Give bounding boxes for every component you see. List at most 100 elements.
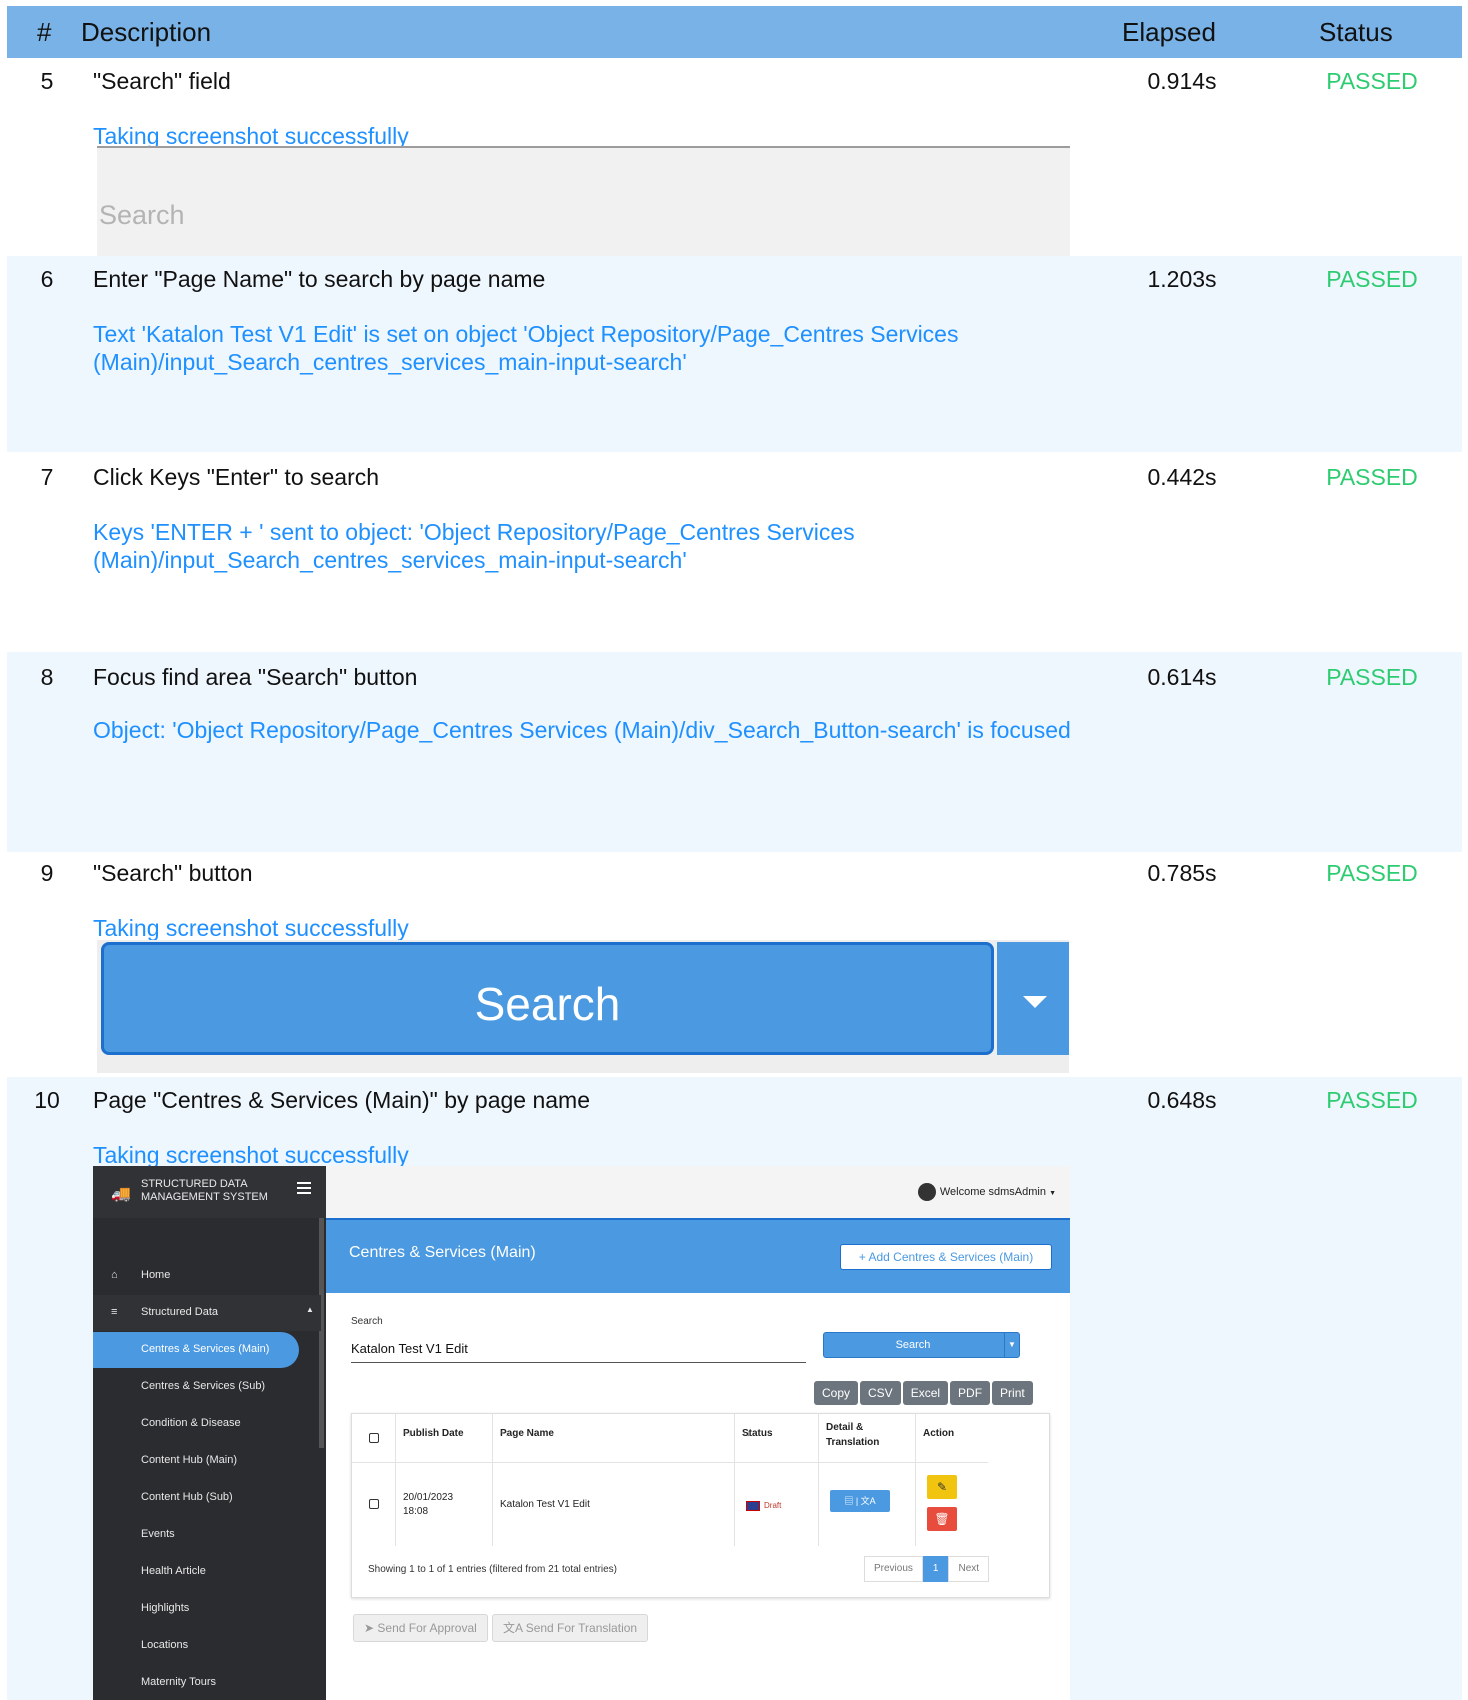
step-elapsed: 0.442s: [1147, 464, 1217, 490]
step-status: PASSED: [1326, 464, 1418, 490]
step-log-link[interactable]: Taking screenshot successfully: [93, 1141, 1093, 1169]
header-page-name[interactable]: Page Name ↑↓: [492, 1414, 735, 1462]
sidebar-item-locations[interactable]: Locations: [93, 1628, 321, 1664]
paper-plane-icon: ➤: [364, 1621, 375, 1635]
header-label: Detail & Translation: [826, 1422, 880, 1448]
sidebar-item-highlights[interactable]: Highlights: [93, 1591, 321, 1627]
header-status[interactable]: Status ↑↓: [734, 1414, 819, 1462]
header-num: #: [37, 17, 52, 47]
user-menu[interactable]: Welcome sdmsAdmin ▼: [917, 1183, 1056, 1201]
header-select: [352, 1414, 396, 1462]
print-button[interactable]: Print: [992, 1381, 1033, 1405]
next-page-button[interactable]: Next: [948, 1556, 990, 1582]
chevron-down-icon[interactable]: [997, 942, 1069, 1055]
header-description: Description: [81, 17, 212, 47]
copy-button[interactable]: Copy: [814, 1381, 859, 1405]
edit-icon[interactable]: ✎: [927, 1475, 957, 1499]
publish-date: 20/01/2023 18:08: [403, 1492, 454, 1517]
step-num: 6: [40, 266, 54, 292]
truck-icon: 🚚: [111, 1186, 131, 1203]
step-num: 8: [40, 664, 54, 690]
cell-status: Draft: [734, 1462, 819, 1546]
chevron-down-icon[interactable]: ▼: [1004, 1333, 1019, 1357]
cell-detail-translation: ▤ | 文A: [818, 1462, 916, 1546]
sidebar-item-home[interactable]: ⌂ Home: [93, 1258, 321, 1294]
sidebar-item-content-hub-sub[interactable]: Content Hub (Sub): [93, 1480, 321, 1516]
home-icon: ⌂: [111, 1269, 118, 1281]
sidebar-item-condition-disease[interactable]: Condition & Disease: [93, 1406, 321, 1442]
csv-button[interactable]: CSV: [860, 1381, 901, 1405]
pagination: Previous 1 Next: [864, 1556, 990, 1582]
previous-page-button[interactable]: Previous: [864, 1556, 923, 1582]
step-status: PASSED: [1326, 664, 1418, 690]
sidebar-group-structured-data[interactable]: ≡ Structured Data ▲: [93, 1295, 321, 1331]
step-log-link[interactable]: Text 'Katalon Test V1 Edit' is set on ob…: [93, 320, 1093, 376]
database-icon: ≡: [111, 1306, 118, 1318]
sidebar: 🚚 STRUCTURED DATA MANAGEMENT SYSTEM ⌂ Hom…: [93, 1166, 326, 1700]
sidebar-item-events[interactable]: Events: [93, 1517, 321, 1553]
step-row: 6 Enter "Page Name" to search by page na…: [7, 256, 1462, 452]
sidebar-item-label: Content Hub (Main): [141, 1454, 237, 1466]
sidebar-item-label: Content Hub (Sub): [141, 1491, 233, 1503]
table-header: # Description Elapsed Status: [7, 6, 1462, 58]
search-button[interactable]: Search ▼: [823, 1332, 1020, 1358]
row-select: [352, 1462, 396, 1546]
search-button-label: Search: [895, 1339, 931, 1351]
sidebar-item-label: Locations: [141, 1639, 189, 1651]
translate-icon: 文A: [860, 1496, 876, 1506]
export-buttons: Copy CSV Excel PDF Print: [814, 1381, 1035, 1405]
sidebar-item-label: Maternity Tours: [141, 1676, 216, 1688]
cell-action: ✎ 🗑: [915, 1462, 988, 1546]
step-elapsed: 0.785s: [1147, 860, 1217, 886]
excel-button[interactable]: Excel: [902, 1381, 949, 1405]
search-button-label: Search: [474, 978, 621, 1030]
step-num: 5: [40, 68, 54, 94]
hamburger-icon[interactable]: [297, 1182, 311, 1184]
search-button[interactable]: Search: [101, 942, 994, 1055]
sidebar-item-label: Events: [141, 1528, 175, 1540]
row-checkbox[interactable]: [369, 1499, 379, 1509]
sidebar-item-content-hub-main[interactable]: Content Hub (Main): [93, 1443, 321, 1479]
step-elapsed: 1.203s: [1147, 266, 1217, 292]
page-banner: Centres & Services (Main) + Add Centres …: [326, 1218, 1070, 1295]
step-status: PASSED: [1326, 1087, 1418, 1113]
page-1-button[interactable]: 1: [922, 1556, 949, 1582]
search-placeholder: Search: [99, 200, 185, 230]
send-for-translation-button[interactable]: 文A Send For Translation: [492, 1614, 649, 1642]
sidebar-item-label: Health Article: [141, 1565, 206, 1577]
sidebar-item-centres-services-sub[interactable]: Centres & Services (Sub): [93, 1369, 321, 1405]
step-description: Focus find area "Search" button: [93, 664, 418, 690]
step-elapsed: 0.914s: [1147, 68, 1217, 94]
page-name: Katalon Test V1 Edit: [500, 1499, 590, 1510]
search-input[interactable]: Katalon Test V1 Edit: [351, 1336, 806, 1363]
step-status: PASSED: [1326, 68, 1418, 94]
sidebar-item-label: Condition & Disease: [141, 1417, 241, 1429]
status-text: Draft: [764, 1501, 782, 1511]
step-log-link[interactable]: Taking screenshot successfully: [93, 914, 1093, 942]
caret-down-icon: ▼: [1049, 1189, 1056, 1197]
select-all-checkbox[interactable]: [369, 1433, 379, 1443]
main-content: Search Katalon Test V1 Edit Search ▼ Cop…: [326, 1293, 1070, 1700]
trash-icon[interactable]: 🗑: [927, 1507, 957, 1531]
sidebar-item-label: Highlights: [141, 1602, 190, 1614]
header-publish-date[interactable]: Publish Date ↑↓: [395, 1414, 493, 1462]
step-log-link[interactable]: Keys 'ENTER + ' sent to object: 'Object …: [93, 518, 1093, 574]
add-centres-services-button[interactable]: + Add Centres & Services (Main): [840, 1244, 1052, 1270]
welcome-text: Welcome sdmsAdmin: [939, 1185, 1046, 1198]
button-label: Send For Translation: [525, 1621, 638, 1635]
step-description: Click Keys "Enter" to search: [93, 464, 380, 490]
sidebar-item-centres-services-main[interactable]: Centres & Services (Main): [93, 1332, 299, 1368]
cell-publish-date: 20/01/2023 18:08: [395, 1462, 493, 1546]
step-status: PASSED: [1326, 860, 1418, 886]
step-log-link[interactable]: Object: 'Object Repository/Page_Centres …: [93, 716, 1093, 744]
document-icon: ▤: [844, 1496, 854, 1506]
sidebar-item-maternity-tours[interactable]: Maternity Tours: [93, 1665, 321, 1700]
sidebar-item-health-article[interactable]: Health Article: [93, 1554, 321, 1590]
pdf-button[interactable]: PDF: [950, 1381, 991, 1405]
uk-flag-icon: [746, 1501, 760, 1511]
page-title: Centres & Services (Main): [349, 1244, 536, 1261]
send-for-approval-button[interactable]: ➤ Send For Approval: [353, 1614, 488, 1642]
step-description: "Search" field: [93, 68, 231, 94]
detail-translation-button[interactable]: ▤ | 文A: [830, 1490, 890, 1512]
step-num: 10: [34, 1087, 60, 1113]
